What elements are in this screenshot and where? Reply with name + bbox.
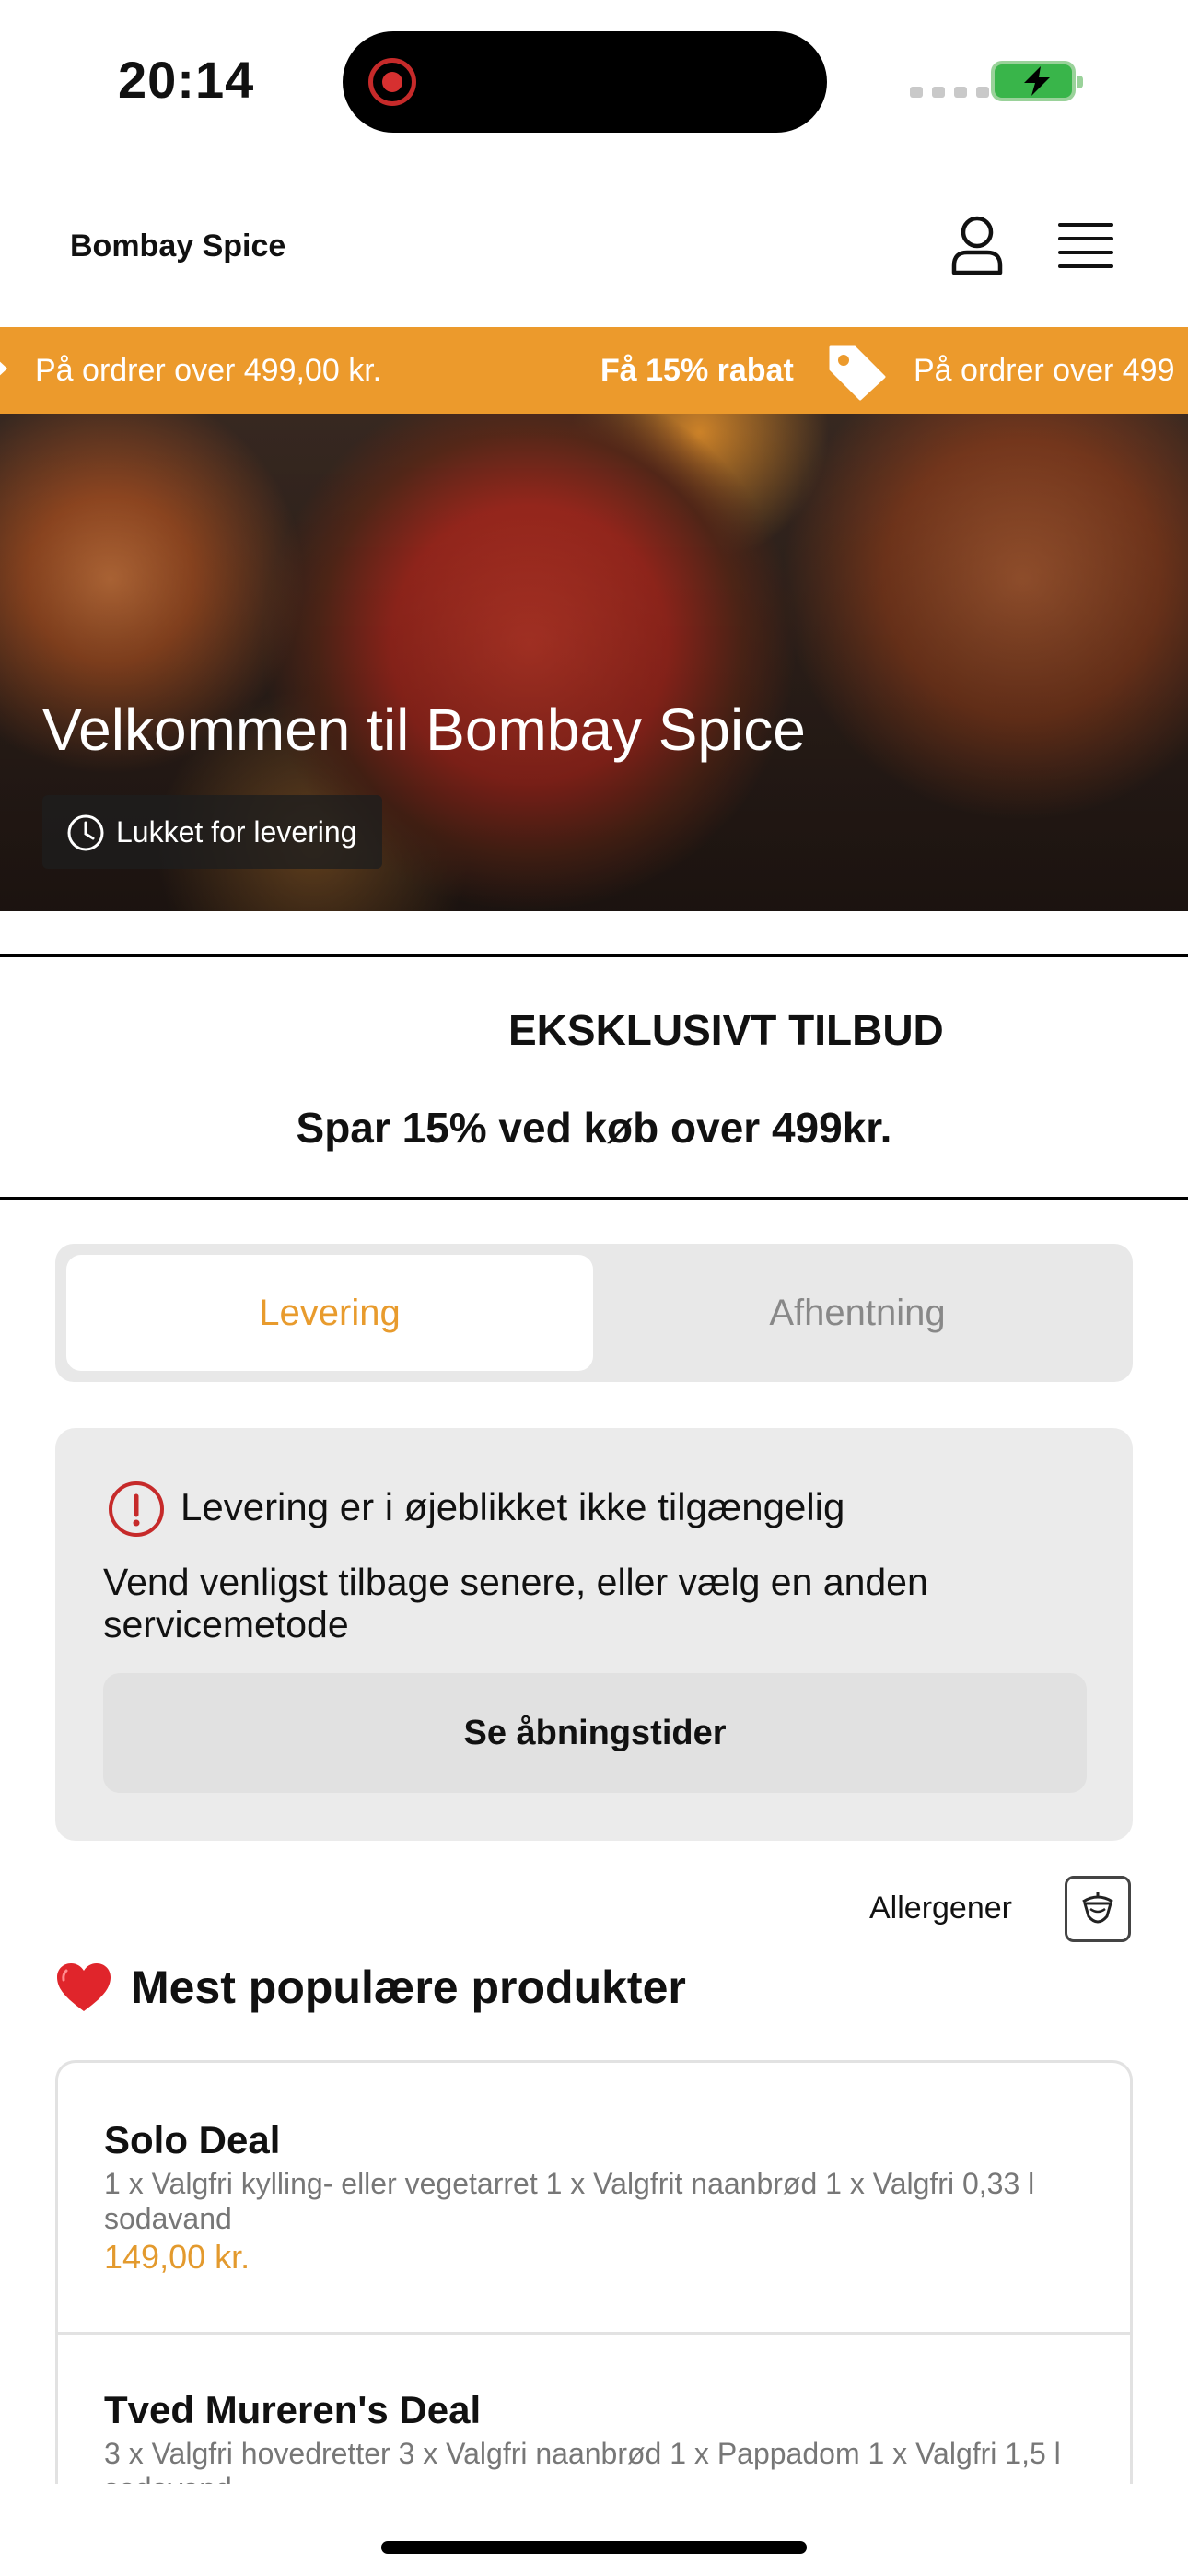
clock-icon (67, 814, 104, 851)
allergens-label[interactable]: Allergener (869, 1891, 1012, 1926)
tab-pickup[interactable]: Afhentning (593, 1255, 1122, 1371)
app-header: Bombay Spice (0, 184, 1188, 327)
product-card[interactable]: Solo Deal 1 x Valgfri kylling- eller veg… (58, 2063, 1130, 2335)
app-screen: 20:14 Bombay Spice På ordrer over 499,00… (0, 0, 1188, 2576)
product-price: 149,00 kr. (104, 2238, 250, 2276)
notice-body: Vend venligst tilbage senere, eller vælg… (103, 1561, 928, 1645)
product-name: Solo Deal (104, 2118, 281, 2161)
opening-hours-button[interactable]: Se åbningstider (103, 1673, 1087, 1793)
brand-name[interactable]: Bombay Spice (70, 228, 285, 264)
heart-icon (57, 1963, 111, 2011)
product-name: Tved Mureren's Deal (104, 2388, 482, 2431)
info-icon (109, 1481, 164, 1537)
offer-title: EKSKLUSIVT TILBUD (508, 1006, 944, 1054)
popular-products-heading: Mest populære produkter (55, 1961, 686, 2014)
popular-heading-text: Mest populære produkter (131, 1961, 686, 2013)
delivery-status-badge: Lukket for levering (42, 795, 383, 869)
hero-banner: Velkommen til Bombay Spice Lukket for le… (0, 414, 1188, 911)
bottom-safe-area (0, 2484, 1188, 2576)
status-time: 20:14 (118, 51, 255, 109)
signal-icon (910, 87, 989, 98)
delivery-unavailable-notice: Levering er i øjeblikket ikke tilgængeli… (55, 1428, 1133, 1841)
menu-icon[interactable] (1057, 221, 1114, 269)
product-list: Solo Deal 1 x Valgfri kylling- eller veg… (55, 2060, 1133, 2484)
product-description: 3 x Valgfri hovedretter 3 x Valgfri naan… (104, 2437, 1061, 2484)
product-card[interactable]: Tved Mureren's Deal 3 x Valgfri hovedret… (58, 2335, 1130, 2484)
status-bar: 20:14 (0, 0, 1188, 166)
tab-delivery[interactable]: Levering (66, 1255, 593, 1371)
delivery-status-text: Lukket for levering (116, 815, 357, 849)
chevron-right-icon (0, 361, 7, 376)
promo-text-left: På ordrer over 499,00 kr. (35, 353, 382, 388)
promo-text-right: På ordrer over 499 (914, 353, 1175, 388)
product-description: 1 x Valgfri kylling- eller vegetarret 1 … (104, 2167, 1035, 2235)
allergen-icon[interactable] (1065, 1876, 1131, 1942)
user-icon[interactable] (949, 216, 1006, 275)
promo-banner: På ordrer over 499,00 kr. Få 15% rabat P… (0, 327, 1188, 414)
hero-title: Velkommen til Bombay Spice (42, 697, 806, 763)
offer-subtitle: Spar 15% ved køb over 499kr. (296, 1104, 892, 1152)
service-method-toggle: Levering Afhentning (55, 1244, 1133, 1382)
record-icon (368, 58, 416, 106)
notice-heading: Levering er i øjeblikket ikke tilgængeli… (181, 1485, 845, 1528)
home-indicator[interactable] (381, 2541, 807, 2554)
tag-icon (829, 345, 886, 401)
battery-charging-icon (991, 61, 1083, 101)
promo-discount: Få 15% rabat (600, 353, 794, 388)
exclusive-offer: EKSKLUSIVT TILBUD Spar 15% ved køb over … (0, 954, 1188, 1200)
